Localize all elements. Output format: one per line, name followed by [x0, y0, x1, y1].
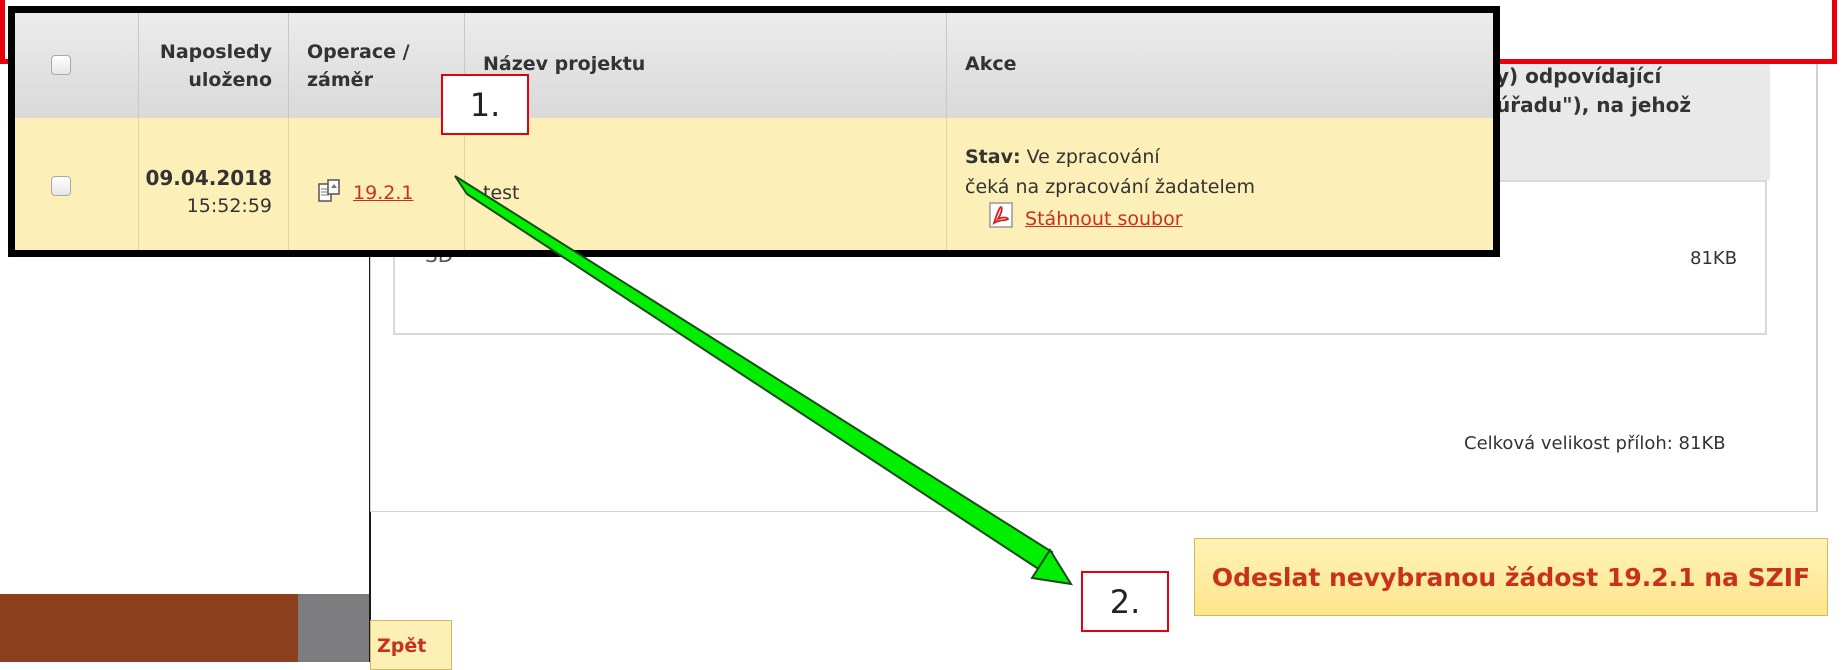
- step-marker-2: 2.: [1081, 571, 1169, 632]
- arrow-shaft: [454, 175, 1054, 572]
- green-arrow-annotation: [454, 175, 1073, 586]
- step-marker-1: 1.: [441, 74, 529, 135]
